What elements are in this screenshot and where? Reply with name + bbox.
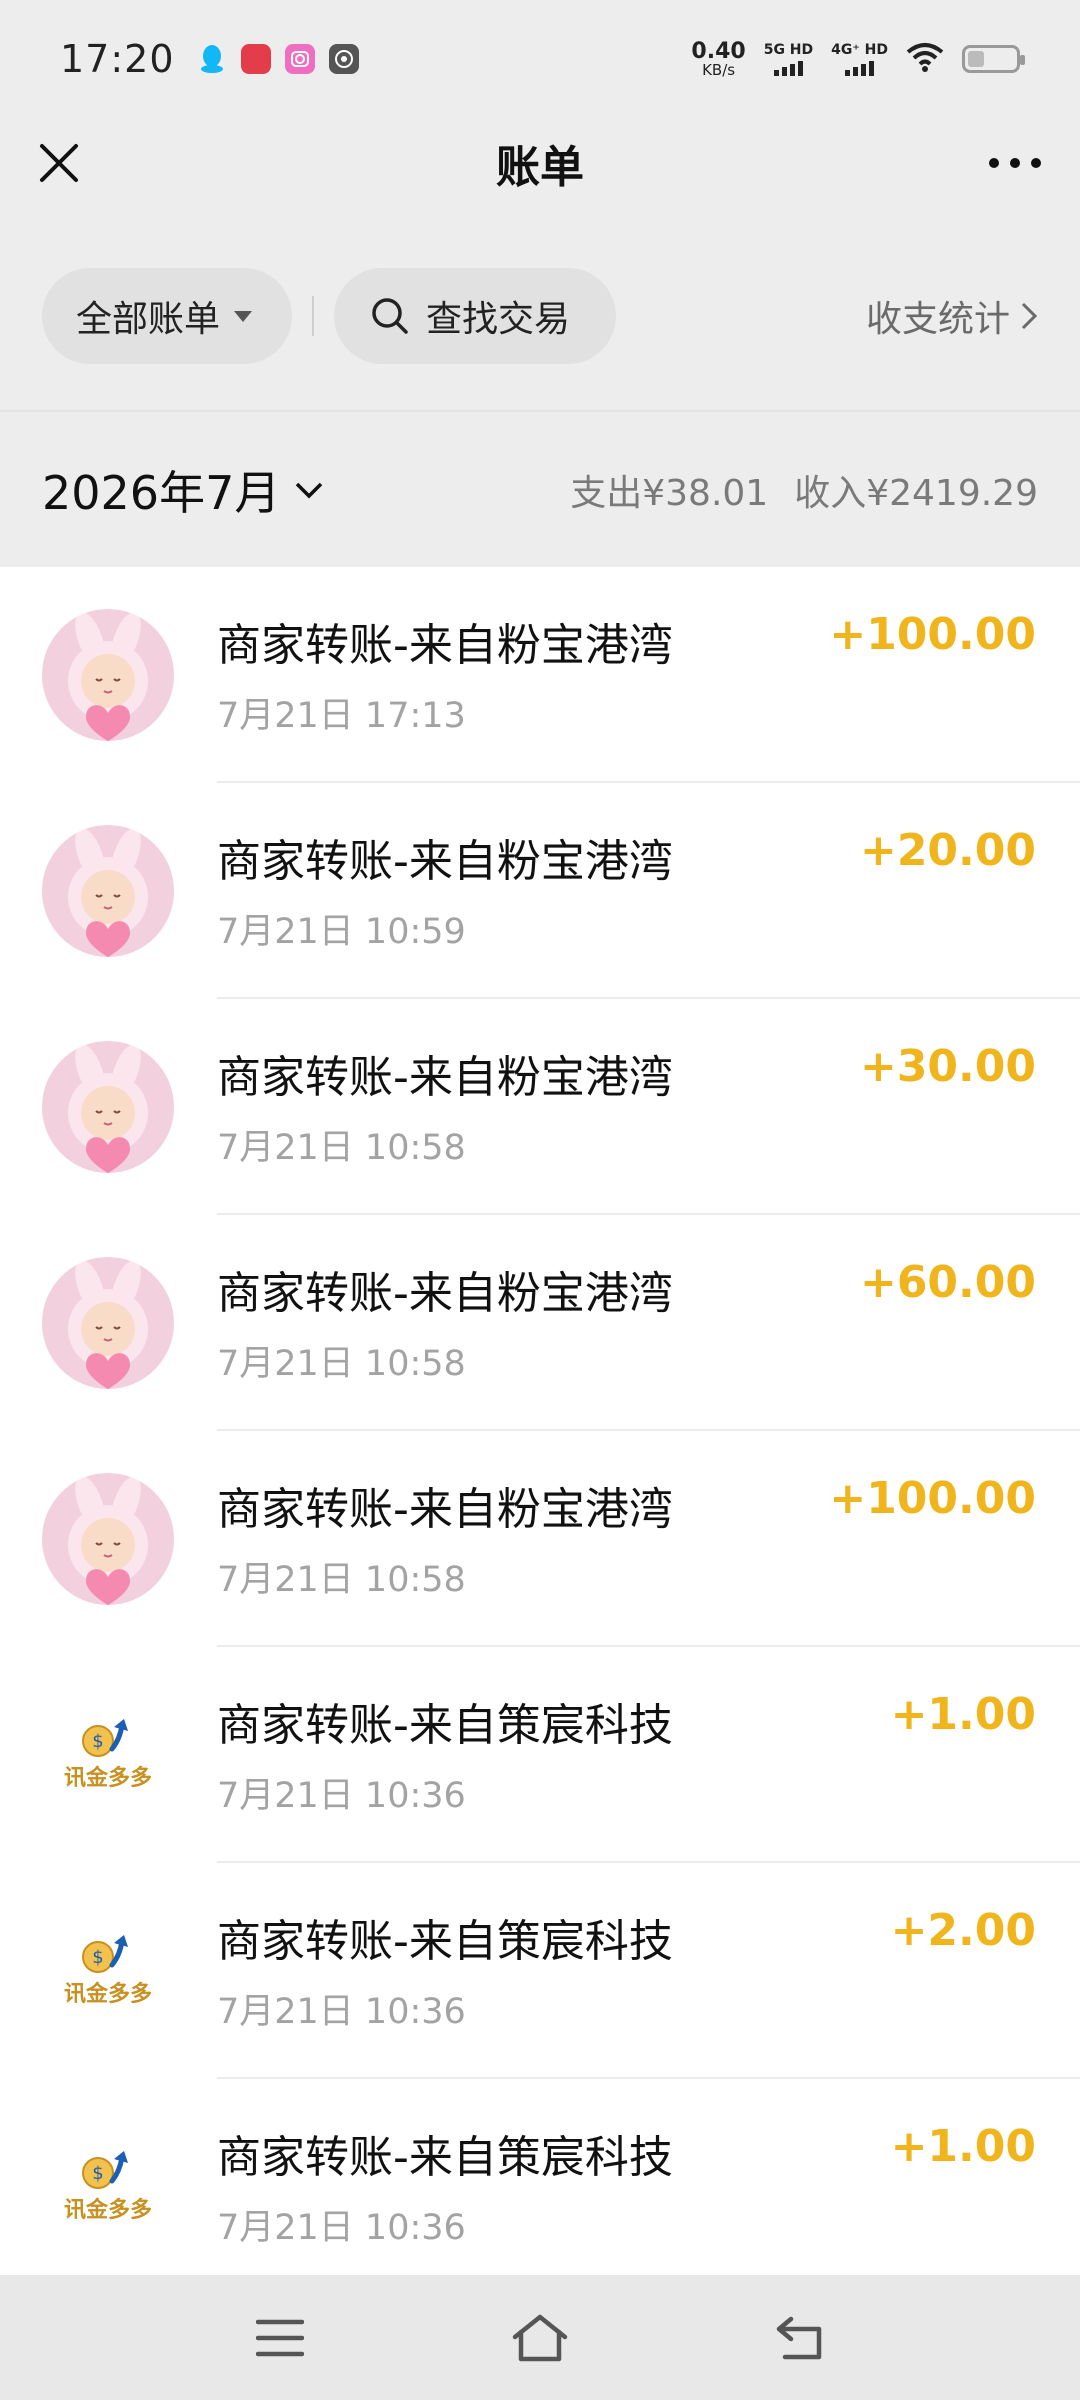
camera-app-icon [284,44,315,74]
transaction-row[interactable]: $ 讯金多多 商家转账-来自策宸科技 7月21日 10:36 +1.00 [0,1647,1080,1863]
transaction-row[interactable]: 商家转账-来自粉宝港湾 7月21日 10:58 +30.00 [0,999,1080,1215]
month-selector[interactable]: 2026年7月 [42,457,324,523]
back-icon[interactable] [765,2303,835,2373]
income-total: 收入¥2419.29 [794,472,1038,514]
pink-bunny-avatar [42,1041,174,1173]
transaction-amount: +2.00 [890,1905,1036,1956]
xunjin-logo: $ 讯金多多 [42,2121,174,2253]
home-icon[interactable] [505,2303,575,2373]
wifi-icon [906,42,944,76]
transaction-row[interactable]: 商家转账-来自粉宝港湾 7月21日 10:58 +100.00 [0,1431,1080,1647]
signal-5g-icon: 5G HD [764,43,813,76]
income-expense-stats-link[interactable]: 收支统计 [866,290,1038,342]
transaction-row[interactable]: 商家转账-来自粉宝港湾 7月21日 10:58 +60.00 [0,1215,1080,1431]
status-time: 17:20 [60,37,175,81]
pink-bunny-avatar [42,825,174,957]
transaction-time: 7月21日 10:58 [217,1128,466,1168]
transaction-title: 商家转账-来自策宸科技 [217,1916,673,1967]
pink-bunny-avatar [42,1473,174,1605]
xunjin-logo: $ 讯金多多 [42,1905,174,2037]
svg-text:讯金多多: 讯金多多 [64,1765,152,1791]
transaction-title: 商家转账-来自粉宝港湾 [217,1484,673,1535]
transaction-row[interactable]: 商家转账-来自粉宝港湾 7月21日 10:59 +20.00 [0,783,1080,999]
transaction-row[interactable]: $ 讯金多多 商家转账-来自策宸科技 7月21日 10:36 +1.00 [0,2079,1080,2275]
transaction-title: 商家转账-来自粉宝港湾 [217,1268,673,1319]
svg-text:$: $ [92,1947,103,1968]
transaction-time: 7月21日 10:58 [217,1560,466,1600]
transaction-time: 7月21日 10:58 [217,1344,466,1384]
search-label: 查找交易 [426,299,571,340]
transaction-title: 商家转账-来自粉宝港湾 [217,1052,673,1103]
stats-label: 收支统计 [865,299,1010,340]
transaction-amount: +1.00 [890,1689,1036,1740]
transaction-time: 7月21日 10:36 [217,1992,466,2032]
signal-4g-icon: 4G⁺ HD [831,43,888,76]
month-totals: 支出¥38.01 收入¥2419.29 [570,464,1038,516]
more-dots-icon[interactable] [980,134,1050,192]
transaction-row[interactable]: 商家转账-来自粉宝港湾 7月21日 17:13 +100.00 [0,567,1080,783]
all-bills-dropdown[interactable]: 全部账单 [42,268,292,364]
close-icon[interactable] [30,134,88,192]
transaction-title: 商家转账-来自粉宝港湾 [217,836,673,887]
all-bills-label: 全部账单 [76,299,221,340]
menu-icon[interactable] [245,2303,315,2373]
transaction-title: 商家转账-来自策宸科技 [217,2132,673,2183]
transaction-time: 7月21日 10:36 [217,2208,466,2248]
transaction-time: 7月21日 10:36 [217,1776,466,1816]
search-icon [372,298,408,334]
transaction-title: 商家转账-来自策宸科技 [217,1700,673,1751]
chevron-right-icon [1021,302,1038,330]
svg-text:$: $ [92,2163,103,2184]
qq-icon [197,44,227,74]
caret-down-icon [234,310,253,322]
filter-row: 全部账单 查找交易 收支统计 [0,268,1080,364]
transaction-amount: +60.00 [859,1257,1036,1308]
expense-total: 支出¥38.01 [570,472,769,514]
camera-lens-icon [328,44,359,74]
transaction-amount: +1.00 [890,2121,1036,2172]
transaction-amount: +30.00 [859,1041,1036,1092]
month-label: 2026年7月 [42,465,281,520]
status-indicators: 0.40 KB/s 5G HD 4G⁺ HD [691,38,1025,79]
red-app-icon [240,44,271,74]
transaction-amount: +100.00 [829,609,1036,660]
page-title: 账单 [496,142,584,193]
status-app-icons [197,44,359,74]
network-speed: 0.40 KB/s [691,38,746,79]
divider [312,296,314,336]
pink-bunny-avatar [42,1257,174,1389]
svg-text:$: $ [92,1731,103,1752]
transaction-time: 7月21日 10:59 [217,912,466,952]
transaction-row[interactable]: $ 讯金多多 商家转账-来自策宸科技 7月21日 10:36 +2.00 [0,1863,1080,2079]
nav-bar: 账单 [0,118,1080,208]
svg-text:讯金多多: 讯金多多 [64,1981,152,2007]
pink-bunny-avatar [42,609,174,741]
transaction-list: 商家转账-来自粉宝港湾 7月21日 17:13 +100.00 商家转账-来自粉… [0,567,1080,2275]
month-summary-row: 2026年7月 支出¥38.01 收入¥2419.29 [0,412,1080,567]
transaction-title: 商家转账-来自粉宝港湾 [217,620,673,671]
battery-icon [962,45,1025,73]
status-bar: 17:20 0.40 KB/s 5G HD 4G⁺ HD [0,0,1080,118]
search-transactions-button[interactable]: 查找交易 [334,268,616,364]
xunjin-logo: $ 讯金多多 [42,1689,174,1821]
svg-text:讯金多多: 讯金多多 [64,2197,152,2223]
transaction-time: 7月21日 17:13 [217,696,466,736]
transaction-amount: +100.00 [829,1473,1036,1524]
chevron-down-icon [296,482,323,498]
system-nav-bar [0,2275,1080,2400]
transaction-amount: +20.00 [859,825,1036,876]
